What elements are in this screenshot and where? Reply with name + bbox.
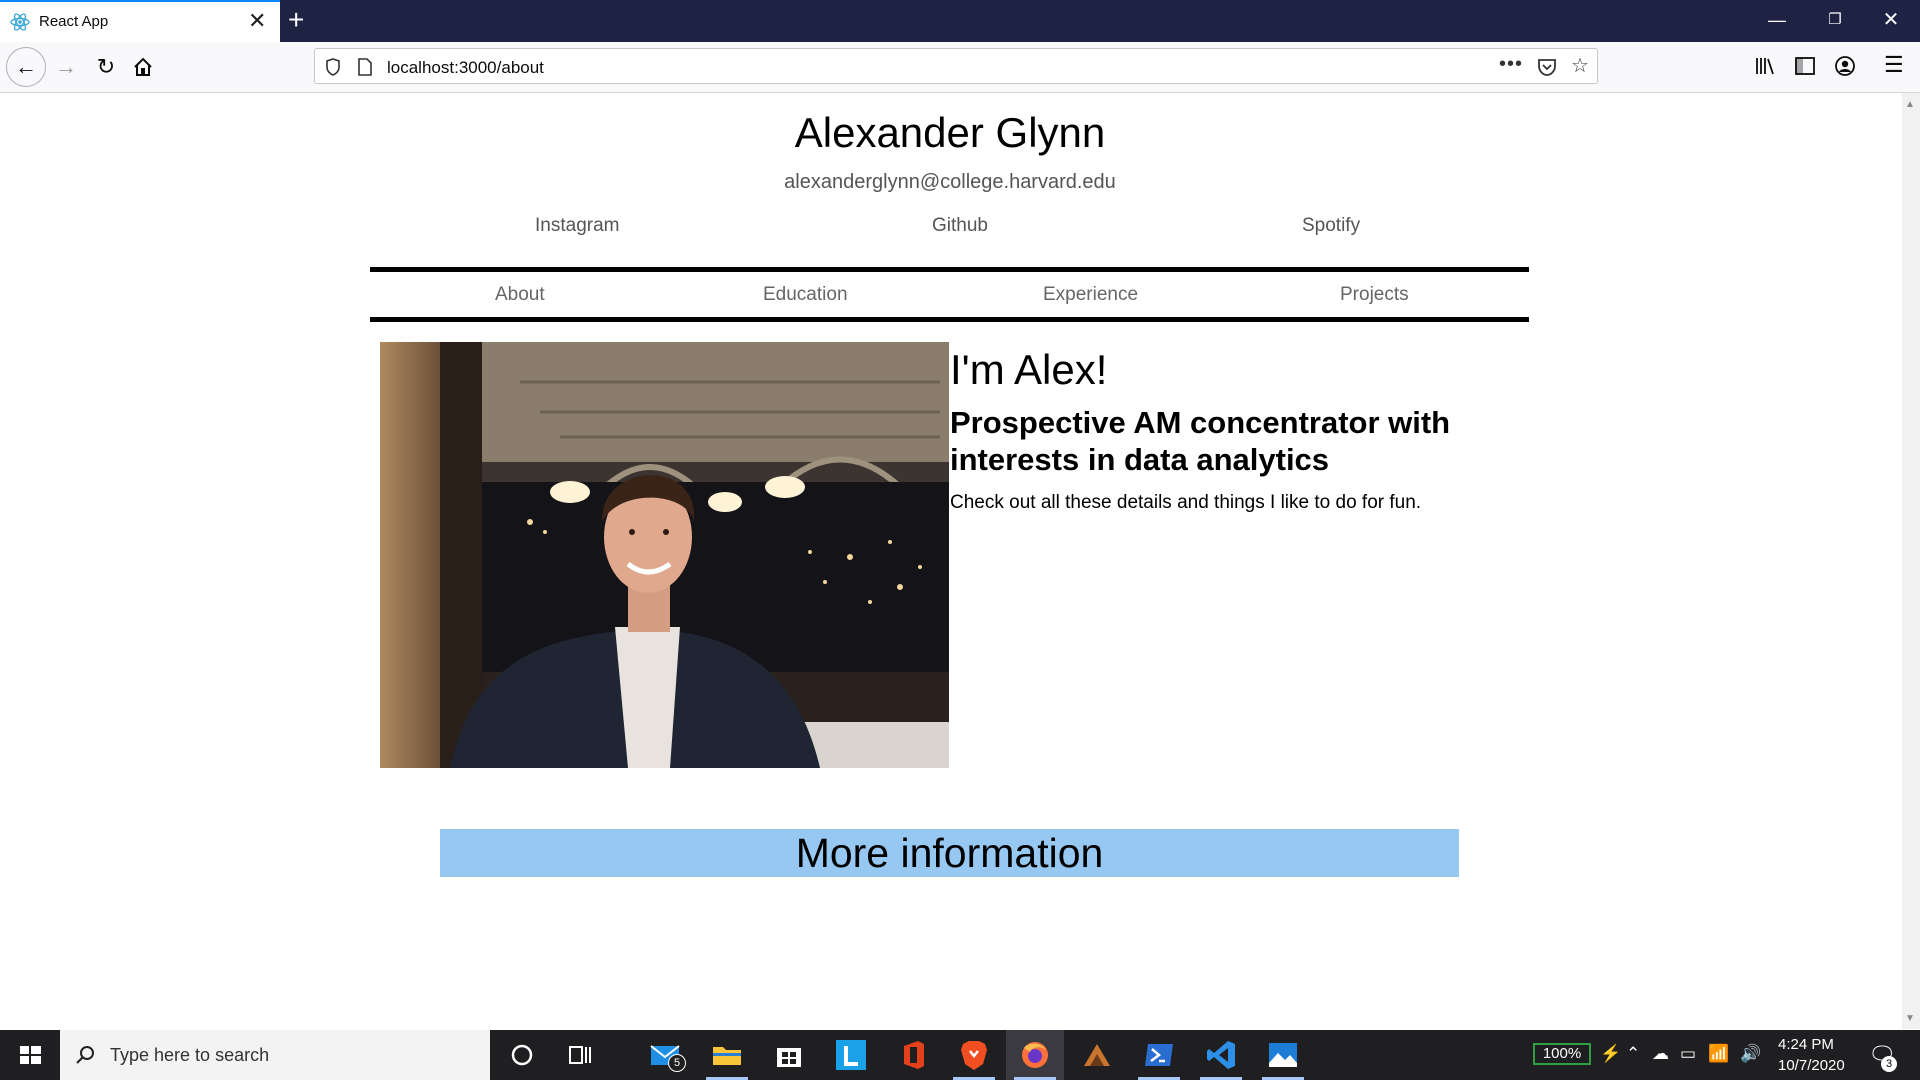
vertical-scrollbar[interactable]: ▲ ▼	[1902, 93, 1920, 1029]
spotify-link[interactable]: Spotify	[1302, 215, 1360, 237]
scroll-up-arrow-icon[interactable]: ▲	[1905, 99, 1915, 110]
file-explorer-icon[interactable]	[710, 1038, 744, 1072]
matlab-like-app-icon[interactable]	[1080, 1038, 1114, 1072]
react-logo-icon	[10, 13, 30, 31]
close-tab-icon[interactable]: ✕	[248, 8, 266, 34]
home-icon[interactable]	[132, 56, 154, 78]
search-icon	[76, 1046, 94, 1064]
wifi-icon[interactable]: 📶	[1708, 1044, 1729, 1064]
powershell-icon[interactable]	[1142, 1038, 1176, 1072]
nav-about[interactable]: About	[495, 284, 545, 306]
vscode-icon[interactable]	[1204, 1038, 1238, 1072]
volume-icon[interactable]: 🔊	[1740, 1044, 1761, 1064]
reload-icon[interactable]: ↻	[90, 51, 122, 83]
account-icon[interactable]	[1834, 55, 1856, 77]
task-view-icon[interactable]	[563, 1038, 597, 1072]
github-link[interactable]: Github	[932, 215, 988, 237]
mail-badge: 5	[668, 1054, 686, 1072]
restore-window-icon[interactable]: ❐	[1812, 0, 1858, 42]
minimize-window-icon[interactable]: —	[1754, 0, 1800, 42]
hamburger-menu-icon[interactable]: ☰	[1884, 52, 1904, 78]
intro-subheading: Prospective AM concentrator with interes…	[950, 405, 1451, 477]
page-info-icon[interactable]	[357, 58, 373, 76]
nav-projects[interactable]: Projects	[1340, 284, 1409, 306]
new-tab-button[interactable]: +	[288, 5, 304, 35]
search-placeholder: Type here to search	[110, 1045, 270, 1065]
bookmark-star-icon[interactable]: ☆	[1571, 53, 1589, 78]
photos-app-icon[interactable]	[1266, 1038, 1300, 1072]
url-text[interactable]: localhost:3000/about	[387, 58, 544, 78]
page-actions-icon[interactable]: •••	[1499, 53, 1523, 76]
taskbar-search-box[interactable]: Type here to search	[60, 1030, 490, 1080]
battery-icon[interactable]: ▭	[1680, 1044, 1696, 1064]
nav-education[interactable]: Education	[763, 284, 848, 306]
nav-experience[interactable]: Experience	[1043, 284, 1138, 306]
profile-photo	[380, 342, 949, 768]
site-title: Alexander Glynn	[794, 109, 1106, 156]
back-arrow-icon[interactable]: ←	[6, 47, 46, 87]
power-plug-icon[interactable]: ⚡	[1600, 1044, 1621, 1064]
brave-browser-icon[interactable]	[957, 1038, 991, 1072]
scroll-down-arrow-icon[interactable]: ▼	[1905, 1013, 1915, 1024]
browser-toolbar: ← → ↻ localhost:3000/about ••• ☆ ☰	[0, 42, 1920, 93]
nav-bottom-divider	[370, 317, 1529, 322]
sidebar-icon[interactable]	[1794, 56, 1816, 76]
notification-count-badge: 3	[1881, 1056, 1897, 1072]
battery-indicator[interactable]: 100%	[1533, 1043, 1591, 1065]
cortana-icon[interactable]	[505, 1038, 539, 1072]
library-icon[interactable]	[1754, 56, 1776, 76]
instagram-link[interactable]: Instagram	[535, 215, 619, 237]
windows-start-icon[interactable]	[0, 1030, 60, 1080]
pocket-icon[interactable]	[1537, 57, 1557, 77]
intro-heading: I'm Alex!	[950, 346, 1108, 393]
windows-taskbar: Type here to search 5 100% ⚡ ⌃ ☁ ▭ 📶 🔊 4…	[0, 1030, 1920, 1080]
clock-date[interactable]: 10/7/2020	[1778, 1057, 1845, 1074]
store-app-icon[interactable]	[772, 1038, 806, 1072]
nav-top-divider	[370, 267, 1529, 272]
browser-tab-bar: React App ✕ + — ❐ ✕	[0, 0, 1920, 42]
clock-time[interactable]: 4:24 PM	[1778, 1036, 1834, 1053]
address-bar[interactable]: localhost:3000/about ••• ☆	[314, 48, 1598, 84]
tab-title: React App	[39, 13, 109, 30]
tracking-shield-icon[interactable]	[325, 58, 341, 76]
onedrive-cloud-icon[interactable]: ☁	[1652, 1044, 1669, 1064]
browser-tab[interactable]: React App ✕	[0, 0, 280, 42]
intro-paragraph: Check out all these details and things I…	[950, 492, 1422, 513]
close-window-icon[interactable]: ✕	[1868, 0, 1914, 42]
page-content: Alexander Glynn alexanderglynn@college.h…	[0, 93, 1920, 1029]
firefox-icon[interactable]	[1018, 1038, 1052, 1072]
more-information-banner[interactable]: More information	[440, 829, 1459, 877]
forward-arrow-icon[interactable]: →	[50, 51, 82, 83]
office-icon[interactable]	[896, 1038, 930, 1072]
show-hidden-icons-icon[interactable]: ⌃	[1626, 1044, 1640, 1064]
l-app-icon[interactable]	[834, 1038, 868, 1072]
email-address[interactable]: alexanderglynn@college.harvard.edu	[0, 171, 1900, 194]
